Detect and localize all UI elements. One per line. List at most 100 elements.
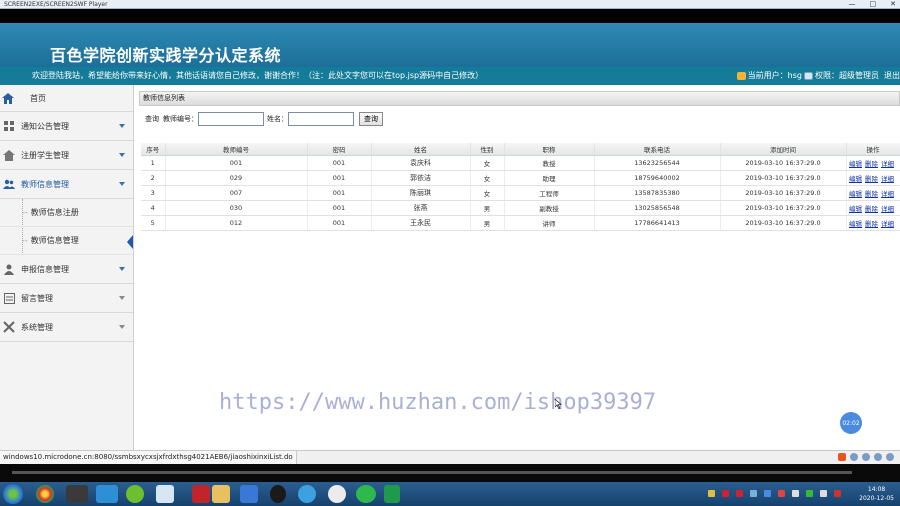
edit-link[interactable]: 编辑 xyxy=(849,160,862,168)
subitem-label: 教师信息注册 xyxy=(30,208,79,217)
maximize-button[interactable]: □ xyxy=(870,0,877,9)
chevron-down-icon xyxy=(119,182,125,186)
player-controls xyxy=(0,464,900,482)
name-input[interactable] xyxy=(288,112,354,126)
search-button[interactable]: 查询 xyxy=(359,112,383,126)
minimize-button[interactable]: — xyxy=(849,0,856,9)
ime-icon[interactable] xyxy=(850,453,858,461)
delete-link[interactable]: 删除 xyxy=(865,175,878,183)
grid-icon xyxy=(3,120,15,132)
sidebar-item-label: 注册学生管理 xyxy=(21,150,69,160)
detail-link[interactable]: 详细 xyxy=(881,205,894,213)
cell-time: 2019-03-10 16:37:29.0 xyxy=(720,185,847,201)
sidebar-item-home[interactable]: 首页 xyxy=(0,85,133,112)
welcome-banner: 欢迎登陆我站，希望能给你带来好心情，其他话语请您自己修改，谢谢合作！（注：此处文… xyxy=(0,67,900,85)
edit-link[interactable]: 编辑 xyxy=(849,190,862,198)
windows-taskbar: 14:08 2020-12-05 xyxy=(0,482,900,506)
table-row: 1 001 001 袁庆科 女 教授 13623256544 2019-03-1… xyxy=(141,155,900,171)
tray-security-icon[interactable] xyxy=(736,490,743,497)
taskbar-clock[interactable]: 14:08 2020-12-05 xyxy=(859,485,894,503)
tray-antivirus-icon[interactable] xyxy=(722,490,729,497)
qq-icon[interactable] xyxy=(270,485,286,503)
monitor-icon[interactable] xyxy=(240,485,258,503)
cell-title: 工程师 xyxy=(504,185,595,201)
explorer-icon[interactable] xyxy=(96,485,118,503)
cell-actions: 编辑 删除 详细 xyxy=(846,200,900,216)
logout-link[interactable]: 退出 xyxy=(884,67,900,85)
subitem-label: 教师信息管理 xyxy=(30,236,79,245)
chart-app-icon[interactable] xyxy=(156,485,174,503)
avatar-icon[interactable] xyxy=(328,485,346,503)
tray-ime-icon[interactable] xyxy=(778,490,785,497)
terminal-icon[interactable] xyxy=(66,485,88,503)
start-button[interactable] xyxy=(3,484,23,504)
screen-recorder-icon[interactable] xyxy=(384,485,400,503)
cell-teacher-no: 030 xyxy=(165,200,308,216)
browser-status-bar: windows10.microdone.cn:8080/ssmbsxycxsjx… xyxy=(0,450,900,464)
sidebar-subitem-register[interactable]: -- 教师信息注册 xyxy=(0,199,133,227)
sidebar-subitem-manage[interactable]: -- 教师信息管理 xyxy=(0,227,133,255)
user-info: 当前用户：hsg 权限：超级管理员 退出 xyxy=(736,67,900,85)
sidebar-item-students[interactable]: 注册学生管理 xyxy=(0,141,133,170)
tray-wechat-icon[interactable] xyxy=(806,490,813,497)
cell-sex: 女 xyxy=(470,155,505,171)
cell-phone: 13587835380 xyxy=(594,185,721,201)
edit-link[interactable]: 编辑 xyxy=(849,220,862,228)
delete-link[interactable]: 删除 xyxy=(865,205,878,213)
current-user: 当前用户：hsg xyxy=(747,71,802,80)
mouse-cursor-icon xyxy=(555,399,562,409)
tray-app-icon[interactable] xyxy=(708,490,715,497)
chevron-down-icon xyxy=(119,325,125,329)
cell-phone: 17786641413 xyxy=(594,215,721,231)
house-icon xyxy=(3,149,15,161)
delete-link[interactable]: 删除 xyxy=(865,220,878,228)
detail-link[interactable]: 详细 xyxy=(881,160,894,168)
edit-link[interactable]: 编辑 xyxy=(849,205,862,213)
cell-actions: 编辑 删除 详细 xyxy=(846,215,900,231)
sidebar-item-label: 通知公告管理 xyxy=(21,121,69,131)
sidebar-item-system[interactable]: 系统管理 xyxy=(0,313,133,342)
delete-link[interactable]: 删除 xyxy=(865,190,878,198)
flash-icon[interactable] xyxy=(192,485,210,503)
settings-icon[interactable] xyxy=(886,453,894,461)
detail-link[interactable]: 详细 xyxy=(881,220,894,228)
sidebar-item-notice[interactable]: 通知公告管理 xyxy=(0,112,133,141)
keyboard-icon[interactable] xyxy=(874,453,882,461)
sidebar-item-applications[interactable]: 申报信息管理 xyxy=(0,255,133,284)
clock-time: 14:08 xyxy=(867,486,886,493)
delete-link[interactable]: 删除 xyxy=(865,160,878,168)
wechat-icon[interactable] xyxy=(356,485,376,503)
tray-flag-icon[interactable] xyxy=(834,490,841,497)
tray-sound-icon[interactable] xyxy=(820,490,827,497)
sidebar-item-teachers[interactable]: 教师信息管理 xyxy=(0,170,133,199)
chrome-icon[interactable] xyxy=(36,485,54,503)
close-button[interactable]: ✕ xyxy=(890,0,896,9)
sogou-icon[interactable] xyxy=(838,453,846,461)
col-header-name: 姓名 xyxy=(371,143,471,156)
tray-shield-icon[interactable] xyxy=(750,490,757,497)
search-form: 查询 教师编号： 姓名： 查询 xyxy=(139,111,383,127)
seek-bar[interactable] xyxy=(12,471,852,474)
cell-actions: 编辑 删除 详细 xyxy=(846,170,900,186)
tray-network-icon[interactable] xyxy=(764,490,771,497)
teacher-table: 序号 教师编号 密码 姓名 性别 职称 联系电话 添加时间 操作 1 001 0… xyxy=(141,143,900,231)
letterbox-bar xyxy=(0,9,900,23)
teacher-no-input[interactable] xyxy=(198,112,264,126)
sidebar-item-label: 申报信息管理 xyxy=(21,264,69,274)
tray-volume-icon[interactable] xyxy=(792,490,799,497)
sidebar-item-label: 系统管理 xyxy=(21,322,53,332)
edit-link[interactable]: 编辑 xyxy=(849,175,862,183)
cell-phone: 18759640002 xyxy=(594,170,721,186)
detail-link[interactable]: 详细 xyxy=(881,190,894,198)
cell-phone: 13623256544 xyxy=(594,155,721,171)
app-green-icon[interactable] xyxy=(126,485,144,503)
folder-icon[interactable] xyxy=(212,485,230,503)
mic-icon[interactable] xyxy=(862,453,870,461)
cloud-icon[interactable] xyxy=(298,485,316,503)
chevron-down-icon xyxy=(119,124,125,128)
cell-index: 3 xyxy=(141,185,166,201)
col-header-time: 添加时间 xyxy=(720,143,847,156)
floating-timer-badge[interactable]: 02:02 xyxy=(840,412,862,434)
sidebar-item-messages[interactable]: 留言管理 xyxy=(0,284,133,313)
detail-link[interactable]: 详细 xyxy=(881,175,894,183)
